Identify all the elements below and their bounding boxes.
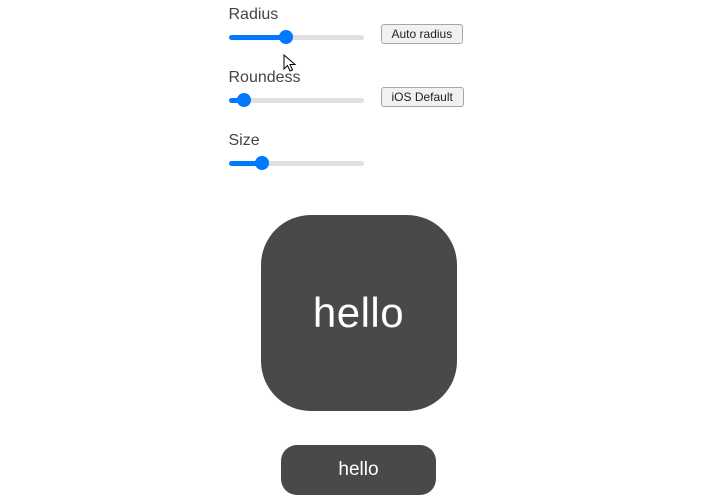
size-slider[interactable] (229, 160, 364, 166)
roundess-slider[interactable] (229, 97, 364, 103)
roundess-label: Roundess (229, 69, 479, 87)
radius-slider[interactable] (229, 34, 364, 40)
radius-label: Radius (229, 6, 479, 24)
preview-squircle: hello (261, 215, 457, 411)
size-label: Size (229, 132, 479, 150)
ios-default-button[interactable]: iOS Default (381, 87, 464, 107)
auto-radius-button[interactable]: Auto radius (381, 24, 464, 44)
preview-pill: hello (281, 445, 436, 495)
preview-small-text: hello (338, 459, 378, 481)
preview-big-text: hello (313, 289, 404, 337)
